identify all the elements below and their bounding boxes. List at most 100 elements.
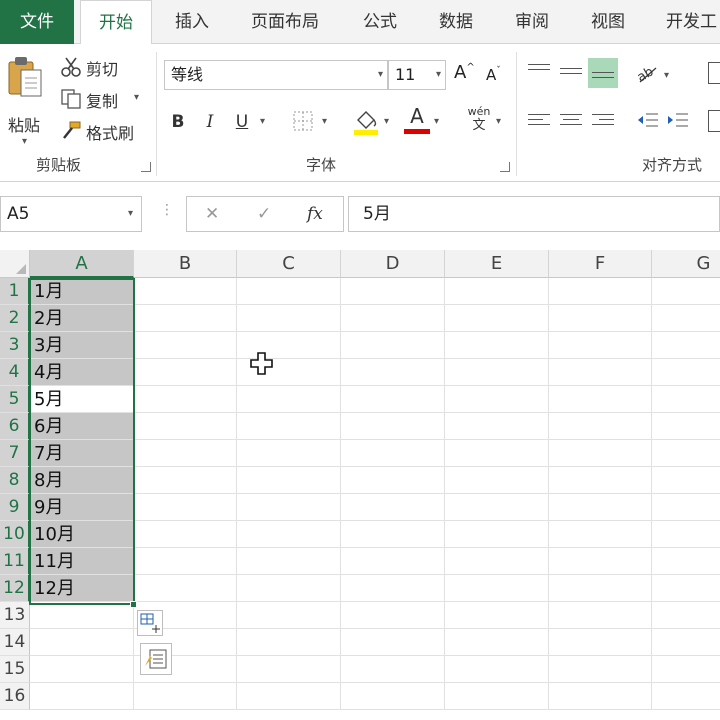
select-all-button[interactable] (0, 250, 30, 278)
align-top-icon[interactable] (528, 64, 550, 82)
cell-e9[interactable] (445, 494, 549, 521)
cell-e8[interactable] (445, 467, 549, 494)
cell-g13[interactable] (652, 602, 720, 629)
cell-c9[interactable] (237, 494, 341, 521)
tab-review[interactable]: 审阅 (502, 0, 562, 44)
cell-e4[interactable] (445, 359, 549, 386)
cell-e14[interactable] (445, 629, 549, 656)
cell-g8[interactable] (652, 467, 720, 494)
font-color-button[interactable]: A (404, 104, 430, 136)
row-header-2[interactable]: 2 (0, 305, 30, 332)
cell-f1[interactable] (549, 278, 652, 305)
cell-d15[interactable] (341, 656, 445, 683)
cell-d2[interactable] (341, 305, 445, 332)
cell-e10[interactable] (445, 521, 549, 548)
row-header-14[interactable]: 14 (0, 629, 30, 656)
cell-d4[interactable] (341, 359, 445, 386)
tab-page-layout[interactable]: 页面布局 (240, 0, 330, 44)
cell-c15[interactable] (237, 656, 341, 683)
tab-home[interactable]: 开始 (80, 0, 152, 45)
cell-c5[interactable] (237, 386, 341, 413)
cell-f10[interactable] (549, 521, 652, 548)
cell-a16[interactable] (30, 683, 134, 710)
cell-c12[interactable] (237, 575, 341, 602)
cell-e5[interactable] (445, 386, 549, 413)
cell-b6[interactable] (134, 413, 237, 440)
cell-f2[interactable] (549, 305, 652, 332)
cell-a12[interactable]: 12月 (30, 575, 134, 602)
cell-g9[interactable] (652, 494, 720, 521)
cell-e6[interactable] (445, 413, 549, 440)
bold-button[interactable]: B (166, 108, 190, 136)
cell-b5[interactable] (134, 386, 237, 413)
cell-g14[interactable] (652, 629, 720, 656)
cell-b1[interactable] (134, 278, 237, 305)
cell-c6[interactable] (237, 413, 341, 440)
column-header-b[interactable]: B (134, 250, 237, 278)
cell-c7[interactable] (237, 440, 341, 467)
grow-font-button[interactable]: A^ (454, 62, 475, 83)
cell-f8[interactable] (549, 467, 652, 494)
cell-c14[interactable] (237, 629, 341, 656)
row-header-6[interactable]: 6 (0, 413, 30, 440)
align-right-icon[interactable] (592, 114, 614, 132)
cell-f7[interactable] (549, 440, 652, 467)
cell-g5[interactable] (652, 386, 720, 413)
row-header-11[interactable]: 11 (0, 548, 30, 575)
cell-a8[interactable]: 8月 (30, 467, 134, 494)
row-header-3[interactable]: 3 (0, 332, 30, 359)
cell-d10[interactable] (341, 521, 445, 548)
cell-a2[interactable]: 2月 (30, 305, 134, 332)
fill-color-button[interactable] (352, 106, 380, 136)
cell-a14[interactable] (30, 629, 134, 656)
cell-c13[interactable] (237, 602, 341, 629)
phonetic-dropdown-icon[interactable]: ▾ (496, 116, 501, 127)
paste-dropdown-icon[interactable]: ▾ (22, 136, 27, 147)
cell-f6[interactable] (549, 413, 652, 440)
cell-a15[interactable] (30, 656, 134, 683)
cell-g11[interactable] (652, 548, 720, 575)
cell-f14[interactable] (549, 629, 652, 656)
cell-a4[interactable]: 4月 (30, 359, 134, 386)
align-center-icon[interactable] (560, 114, 582, 132)
tab-file[interactable]: 文件 (0, 0, 74, 44)
cell-d14[interactable] (341, 629, 445, 656)
cell-g4[interactable] (652, 359, 720, 386)
cell-g1[interactable] (652, 278, 720, 305)
align-bottom-button[interactable] (588, 58, 618, 88)
cell-d13[interactable] (341, 602, 445, 629)
cell-d16[interactable] (341, 683, 445, 710)
cell-b11[interactable] (134, 548, 237, 575)
cell-a9[interactable]: 9月 (30, 494, 134, 521)
cell-e7[interactable] (445, 440, 549, 467)
cell-a1[interactable]: 1月 (30, 278, 134, 305)
cell-c10[interactable] (237, 521, 341, 548)
font-size-combo[interactable]: 11 ▾ (388, 60, 446, 90)
row-header-12[interactable]: 12 (0, 575, 30, 602)
fill-handle[interactable] (130, 601, 137, 608)
quick-analysis-button[interactable] (140, 643, 172, 675)
cell-a11[interactable]: 11月 (30, 548, 134, 575)
cell-c2[interactable] (237, 305, 341, 332)
cell-e2[interactable] (445, 305, 549, 332)
wrap-text-icon[interactable] (708, 62, 720, 84)
formula-input[interactable]: 5月 (348, 196, 720, 232)
paste-button[interactable]: 粘贴 ▾ (6, 54, 50, 150)
cell-f15[interactable] (549, 656, 652, 683)
row-header-1[interactable]: 1 (0, 278, 30, 305)
tab-formulas[interactable]: 公式 (350, 0, 410, 44)
cell-a13[interactable] (30, 602, 134, 629)
cell-g15[interactable] (652, 656, 720, 683)
tab-view[interactable]: 视图 (578, 0, 638, 44)
cell-f4[interactable] (549, 359, 652, 386)
cell-d7[interactable] (341, 440, 445, 467)
column-header-a[interactable]: A (30, 250, 134, 278)
cell-a3[interactable]: 3月 (30, 332, 134, 359)
cell-a6[interactable]: 6月 (30, 413, 134, 440)
phonetic-button[interactable]: wén 文 (466, 106, 492, 134)
cell-g6[interactable] (652, 413, 720, 440)
cell-d9[interactable] (341, 494, 445, 521)
cell-b4[interactable] (134, 359, 237, 386)
cell-c11[interactable] (237, 548, 341, 575)
cell-b8[interactable] (134, 467, 237, 494)
